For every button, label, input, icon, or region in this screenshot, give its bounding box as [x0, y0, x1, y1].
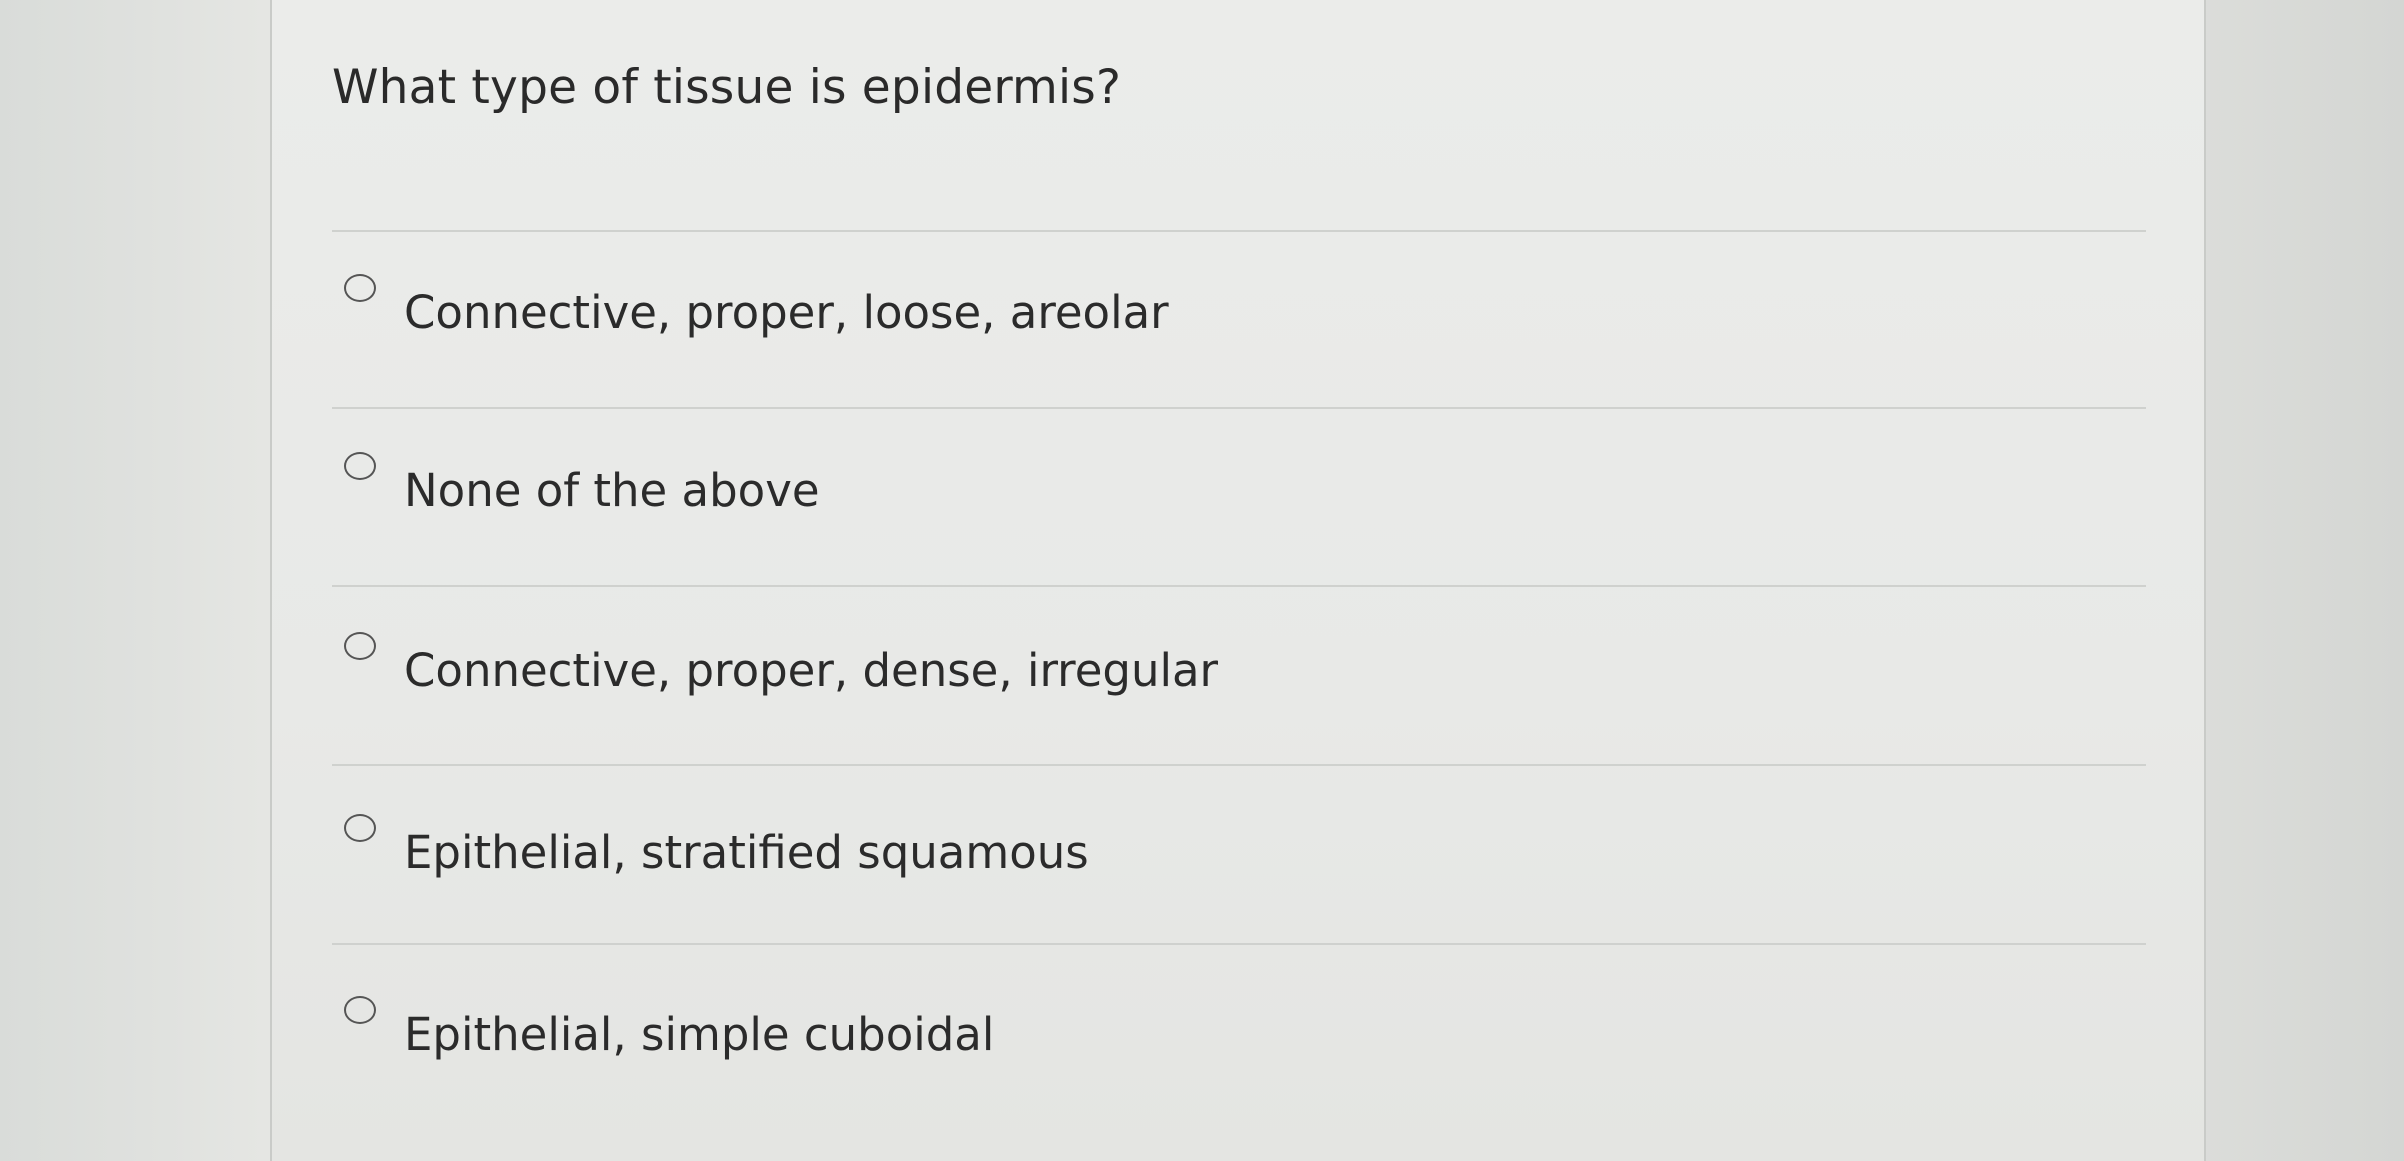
option-epithelial-stratified-squamous[interactable]: Epithelial, stratified squamous — [332, 802, 2146, 952]
option-none-of-the-above[interactable]: None of the above — [332, 440, 2146, 590]
option-connective-loose-areolar[interactable]: Connective, proper, loose, areolar — [332, 262, 2146, 412]
divider — [332, 407, 2146, 409]
radio-button[interactable] — [344, 996, 376, 1024]
answer-options: Connective, proper, loose, areolar None … — [332, 0, 2146, 1161]
divider — [332, 943, 2146, 945]
option-label: Connective, proper, dense, irregular — [404, 644, 1219, 697]
option-label: None of the above — [404, 464, 820, 517]
question-panel: What type of tissue is epidermis? Connec… — [270, 0, 2206, 1161]
divider — [332, 585, 2146, 587]
radio-button[interactable] — [344, 814, 376, 842]
divider — [332, 230, 2146, 232]
option-connective-dense-irregular[interactable]: Connective, proper, dense, irregular — [332, 620, 2146, 770]
divider — [332, 764, 2146, 766]
option-label: Epithelial, stratified squamous — [404, 826, 1089, 879]
option-epithelial-simple-cuboidal[interactable]: Epithelial, simple cuboidal — [332, 984, 2146, 1134]
radio-button[interactable] — [344, 274, 376, 302]
option-label: Connective, proper, loose, areolar — [404, 286, 1169, 339]
radio-button[interactable] — [344, 452, 376, 480]
radio-button[interactable] — [344, 632, 376, 660]
option-label: Epithelial, simple cuboidal — [404, 1008, 995, 1061]
